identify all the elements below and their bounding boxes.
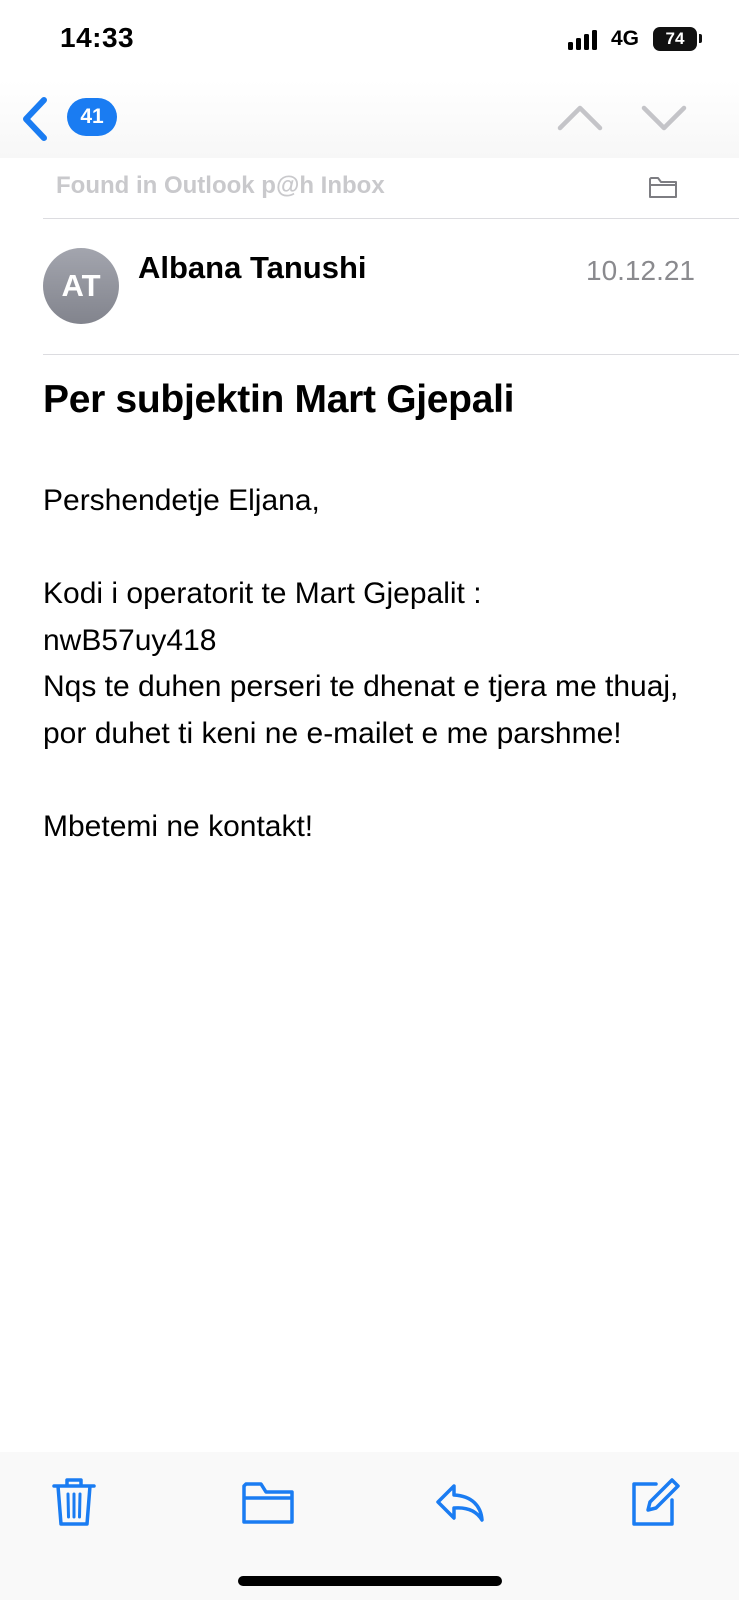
operator-code: nwB57uy418 — [43, 623, 217, 657]
home-indicator[interactable] — [238, 1576, 502, 1586]
body-line: Nqs te duhen perseri te dhenat e tjera m… — [43, 670, 679, 750]
battery-icon: 74 — [653, 27, 697, 51]
chevron-left-icon — [23, 97, 47, 141]
navigation-bar: 41 — [0, 80, 739, 158]
compose-button[interactable] — [626, 1474, 682, 1530]
previous-message-button[interactable] — [556, 94, 604, 142]
mailbox-location-row[interactable]: Found in Outlook p@h Inbox — [0, 158, 739, 218]
compose-icon — [632, 1478, 680, 1526]
next-message-button[interactable] — [640, 94, 688, 142]
status-bar: 14:33 4G 74 — [0, 0, 739, 80]
body-greeting: Pershendetje Eljana, — [43, 484, 320, 517]
folder-icon[interactable] — [648, 174, 678, 200]
folder-icon — [242, 1482, 294, 1524]
divider — [43, 218, 739, 219]
status-time: 14:33 — [60, 22, 135, 53]
trash-icon — [52, 1478, 96, 1526]
network-type: 4G — [611, 27, 640, 50]
reply-icon — [436, 1484, 484, 1522]
mailbox-location-label: Found in Outlook p@h Inbox — [56, 172, 385, 199]
divider — [43, 354, 739, 355]
back-button[interactable] — [18, 94, 58, 144]
unread-count-badge[interactable]: 41 — [67, 98, 117, 136]
move-to-folder-button[interactable] — [240, 1474, 296, 1530]
chevron-down-icon — [641, 105, 687, 131]
battery-tip — [699, 34, 702, 43]
delete-button[interactable] — [46, 1474, 102, 1530]
body-closing: Mbetemi ne kontakt! — [43, 809, 314, 843]
sender-name[interactable]: Albana Tanushi — [138, 250, 367, 286]
cellular-signal-icon — [568, 30, 602, 50]
body-line: Kodi i operatorit te Mart Gjepalit : — [43, 577, 482, 610]
message-date: 10.12.21 — [586, 255, 695, 286]
reply-button[interactable] — [432, 1474, 488, 1530]
message-subject: Per subjektin Mart Gjepali — [43, 378, 515, 421]
avatar[interactable]: AT — [43, 248, 119, 324]
message-body: Pershendetje Eljana, Kodi i operatorit t… — [43, 478, 703, 850]
chevron-up-icon — [557, 105, 603, 131]
